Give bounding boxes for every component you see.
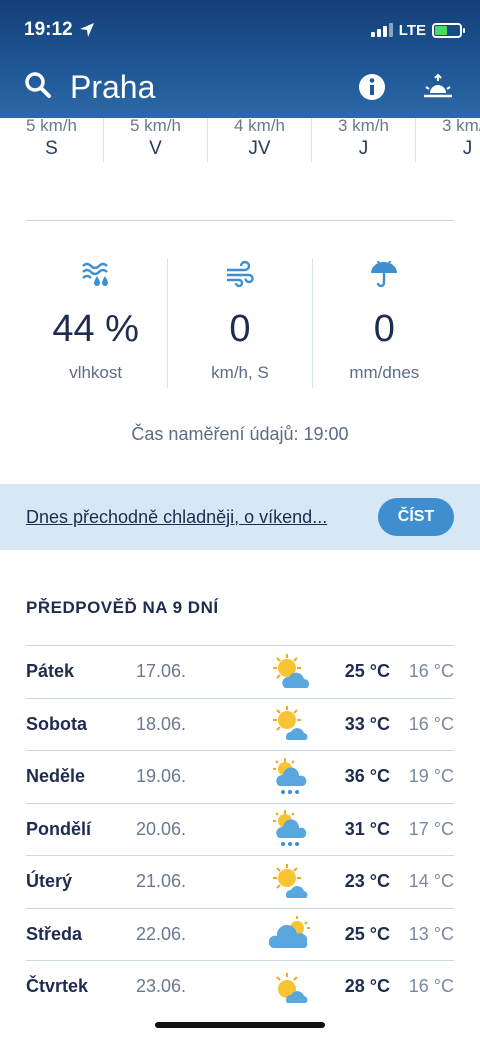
forecast-date: 17.06. (136, 661, 187, 682)
humidity-icon (24, 258, 167, 290)
status-right: LTE (370, 21, 465, 39)
forecast-max: 23 °C (344, 871, 390, 892)
rain-value: 0 (373, 308, 395, 350)
sun-cloud-rain-icon (256, 808, 326, 850)
app-bar: Praha (24, 62, 456, 112)
forecast-row[interactable]: Sobota 18.06. 33 °C 16 °C (26, 697, 454, 751)
forecast-day: Středa (26, 923, 83, 944)
forecast-date: 19.06. (136, 766, 187, 787)
sun-cloud-icon (256, 862, 326, 902)
humidity-stat: 44 % vlhkost (24, 258, 167, 388)
forecast-day: Neděle (26, 766, 86, 787)
read-button[interactable]: ČÍST (378, 498, 454, 536)
sun-cloud-icon (256, 704, 326, 744)
sunrise-icon[interactable] (420, 69, 456, 105)
home-indicator[interactable] (155, 1022, 325, 1028)
forecast-row[interactable]: Čtvrtek 23.06. 28 °C 16 °C (26, 960, 454, 1013)
wind-direction: JV (248, 138, 271, 159)
umbrella-icon (313, 258, 456, 290)
forecast-row[interactable]: Pondělí 20.06. 31 °C 17 °C (26, 802, 454, 856)
wind-direction: V (149, 138, 162, 159)
forecast-date: 21.06. (136, 871, 187, 892)
forecast-row[interactable]: Neděle 19.06. 36 °C 19 °C (26, 750, 454, 803)
status-bar: 19:12 LTE (24, 16, 465, 44)
search-icon[interactable] (24, 71, 52, 104)
forecast-min: 17 °C (408, 818, 454, 839)
forecast-max: 31 °C (344, 818, 390, 839)
app-header: 19:12 LTE Praha (0, 0, 480, 118)
banner-link[interactable]: Dnes přechodně chladněji, o víkend... (26, 507, 366, 528)
forecast-min: 19 °C (408, 766, 454, 787)
info-icon[interactable] (354, 69, 390, 105)
forecast-min: 13 °C (408, 923, 454, 944)
wind-stat: 0 km/h, S (167, 258, 311, 388)
forecast-max: 36 °C (344, 766, 390, 787)
forecast-date: 23.06. (136, 976, 187, 997)
forecast-date: 22.06. (136, 923, 187, 944)
network-label: LTE (398, 21, 426, 39)
forecast-row[interactable]: Pátek 17.06. 25 °C 16 °C (26, 645, 454, 698)
wind-direction: S (45, 138, 58, 159)
wind-direction: J (358, 138, 369, 159)
wind-value: 0 (229, 308, 251, 350)
wind-direction: J (462, 138, 473, 159)
forecast-day: Úterý (26, 871, 73, 892)
sun-cloud-rain-icon (256, 756, 326, 798)
forecast-day: Čtvrtek (26, 976, 89, 997)
sun-cloud-icon (256, 967, 326, 1007)
forecast-min: 16 °C (408, 661, 454, 682)
forecast-day: Pondělí (26, 818, 92, 839)
forecast-min: 16 °C (408, 976, 454, 997)
forecast-date: 20.06. (136, 818, 187, 839)
section-divider (26, 220, 454, 221)
forecast-row[interactable]: Středa 22.06. 25 °C 13 °C (26, 907, 454, 961)
measurement-time: Čas naměření údajů: 19:00 (131, 424, 349, 444)
news-banner: Dnes přechodně chladněji, o víkend... ČÍ… (0, 484, 480, 550)
forecast-max: 28 °C (344, 976, 390, 997)
forecast-max: 25 °C (344, 661, 390, 682)
forecast-max: 25 °C (344, 923, 390, 944)
clock-text: 19:12 (24, 19, 73, 40)
wind-icon (168, 258, 311, 290)
humidity-label: vlhkost (69, 363, 123, 382)
forecast-min: 14 °C (408, 871, 454, 892)
forecast-row[interactable]: Úterý 21.06. 23 °C 14 °C (26, 855, 454, 908)
location-arrow-icon (79, 23, 94, 37)
cloud-sun-icon (256, 914, 326, 954)
battery-icon (432, 22, 465, 38)
forecast-min: 16 °C (408, 713, 454, 734)
forecast-day: Sobota (26, 713, 87, 734)
wind-label: km/h, S (211, 363, 269, 382)
city-name[interactable]: Praha (70, 69, 324, 106)
sun-cloud-icon (256, 652, 326, 692)
humidity-value: 44 % (52, 308, 139, 350)
current-conditions: 44 % vlhkost 0 km/h, S 0 mm/dnes (24, 258, 456, 388)
signal-icon (370, 23, 393, 37)
status-time: 19:12 (24, 19, 95, 41)
forecast-date: 18.06. (136, 713, 187, 734)
forecast-list: Pátek 17.06. 25 °C 16 °C Sobota 18.06. 3… (26, 645, 454, 1013)
rain-label: mm/dnes (349, 363, 420, 382)
rain-stat: 0 mm/dnes (311, 258, 456, 388)
forecast-title: PŘEDPOVĚĎ NA 9 DNÍ (26, 598, 219, 617)
forecast-day: Pátek (26, 661, 75, 682)
forecast-max: 33 °C (344, 713, 390, 734)
